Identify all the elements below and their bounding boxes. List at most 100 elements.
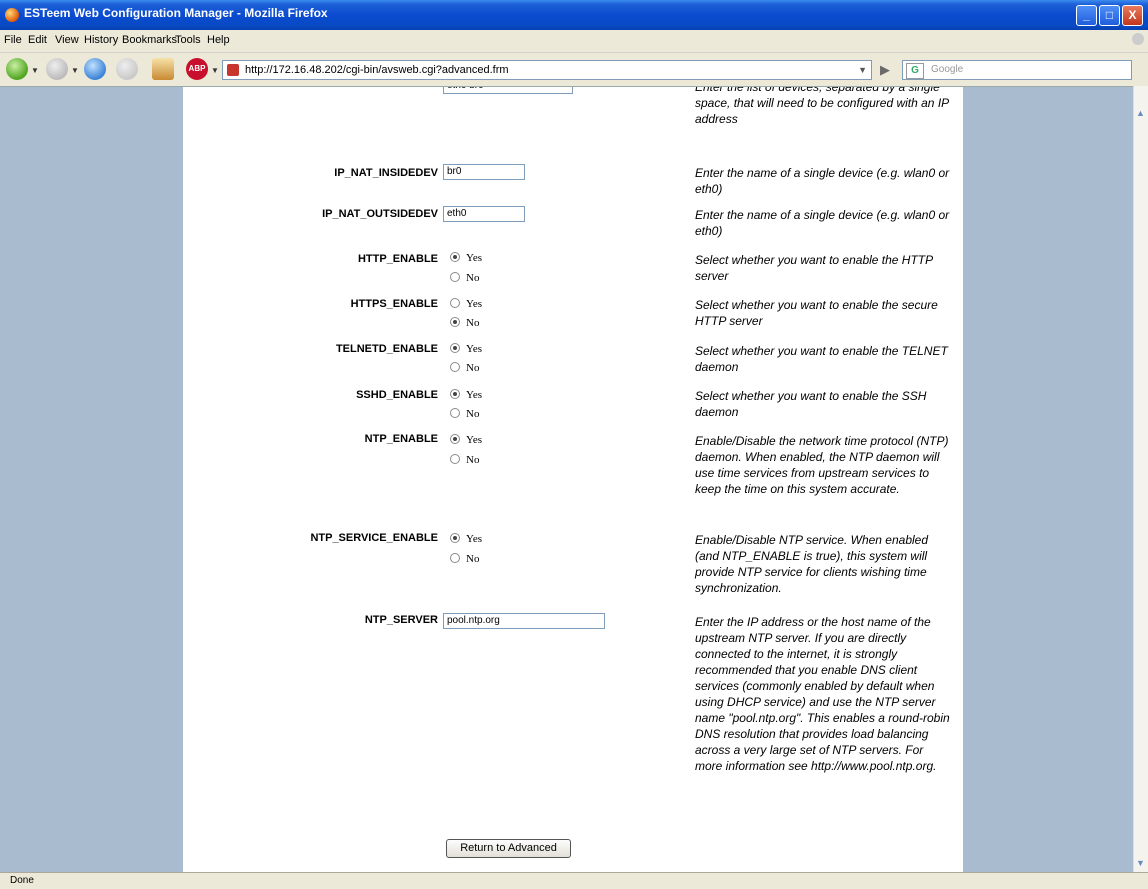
https-enable-yes[interactable]: Yes <box>450 298 482 310</box>
scroll-up-icon[interactable]: ▲ <box>1136 108 1145 118</box>
ntp-service-enable-label: NTP_SERVICE_ENABLE <box>310 532 438 544</box>
sshd-enable-desc: Select whether you want to enable the SS… <box>695 389 927 419</box>
search-input[interactable]: Google <box>931 64 963 75</box>
maximize-button[interactable]: □ <box>1099 5 1120 26</box>
minimize-button[interactable]: _ <box>1076 5 1097 26</box>
radio-label: Yes <box>466 343 483 355</box>
ip-nat-insidedev-desc: Enter the name of a single device (e.g. … <box>695 166 950 196</box>
radio-label: Yes <box>466 389 483 401</box>
site-favicon-icon <box>227 64 239 76</box>
radio-label: Yes <box>466 533 483 545</box>
address-url[interactable]: http://172.16.48.202/cgi-bin/avsweb.cgi?… <box>245 64 509 76</box>
back-button[interactable] <box>6 58 28 80</box>
radio-unselected-icon[interactable] <box>450 454 460 464</box>
radio-selected-icon[interactable] <box>450 389 460 399</box>
ip-devices-input[interactable]: eth0 br0 <box>443 87 573 94</box>
http-enable-label: HTTP_ENABLE <box>357 253 438 265</box>
http-enable-no[interactable]: No <box>450 272 479 284</box>
radio-label: No <box>466 553 480 565</box>
status-bar: Done <box>0 872 1148 889</box>
address-bar[interactable]: http://172.16.48.202/cgi-bin/avsweb.cgi?… <box>222 60 872 80</box>
forward-history-dropdown-icon[interactable]: ▼ <box>71 66 79 75</box>
ntp-enable-desc: Enable/Disable the network time protocol… <box>695 434 949 496</box>
firefox-icon <box>5 8 19 22</box>
reload-button[interactable] <box>84 58 106 80</box>
menu-edit[interactable]: Edit <box>28 34 47 46</box>
http-enable-desc: Select whether you want to enable the HT… <box>695 253 933 283</box>
ntp-service-enable-yes[interactable]: Yes <box>450 533 482 545</box>
https-enable-label: HTTPS_ENABLE <box>350 298 438 310</box>
radio-selected-icon[interactable] <box>450 343 460 353</box>
radio-unselected-icon[interactable] <box>450 553 460 563</box>
ip-nat-insidedev-input[interactable]: br0 <box>443 164 525 180</box>
sshd-enable-no[interactable]: No <box>450 408 479 420</box>
ntp-server-input[interactable]: pool.ntp.org <box>443 613 605 629</box>
radio-unselected-icon[interactable] <box>450 298 460 308</box>
radio-selected-icon[interactable] <box>450 317 460 327</box>
go-button[interactable]: ▶ <box>880 62 890 78</box>
ip-devices-desc: Enter the list of devices, separated by … <box>695 86 949 126</box>
radio-label: Yes <box>466 298 483 310</box>
menu-history[interactable]: History <box>84 34 118 46</box>
radio-unselected-icon[interactable] <box>450 272 460 282</box>
throbber-icon <box>1132 33 1144 45</box>
stop-button[interactable] <box>116 58 138 80</box>
browser-content: eth0 br0 Enter the list of devices, sepa… <box>0 86 1133 873</box>
ip-nat-outsidedev-desc: Enter the name of a single device (e.g. … <box>695 208 950 238</box>
vertical-scrollbar[interactable]: ▲ ▼ <box>1133 86 1148 872</box>
telnetd-enable-yes[interactable]: Yes <box>450 343 482 355</box>
search-engine-icon[interactable]: G <box>906 63 924 79</box>
scroll-down-icon[interactable]: ▼ <box>1136 858 1145 868</box>
radio-selected-icon[interactable] <box>450 252 460 262</box>
ntp-enable-yes[interactable]: Yes <box>450 434 482 446</box>
radio-label: No <box>466 408 480 420</box>
radio-selected-icon[interactable] <box>450 533 460 543</box>
sshd-enable-label: SSHD_ENABLE <box>356 389 438 401</box>
navigation-toolbar: ▼ ▼ ABP ▼ http://172.16.48.202/cgi-bin/a… <box>0 53 1148 86</box>
radio-label: Yes <box>466 434 483 446</box>
back-history-dropdown-icon[interactable]: ▼ <box>31 66 39 75</box>
radio-label: No <box>466 272 480 284</box>
ntp-service-enable-no[interactable]: No <box>450 553 479 565</box>
radio-unselected-icon[interactable] <box>450 408 460 418</box>
menu-bar: File Edit View History Bookmarks Tools H… <box>0 30 1148 53</box>
telnetd-enable-desc: Select whether you want to enable the TE… <box>695 344 948 374</box>
radio-label: No <box>466 454 480 466</box>
ntp-server-label: NTP_SERVER <box>364 614 438 626</box>
https-enable-no[interactable]: No <box>450 317 479 329</box>
https-enable-desc: Select whether you want to enable the se… <box>695 298 938 328</box>
status-text: Done <box>10 875 34 886</box>
radio-label: No <box>466 362 480 374</box>
url-dropdown-icon[interactable]: ▼ <box>858 65 867 75</box>
http-enable-yes[interactable]: Yes <box>450 252 482 264</box>
adblock-button[interactable]: ABP <box>186 58 208 80</box>
menu-view[interactable]: View <box>55 34 79 46</box>
menu-tools[interactable]: Tools <box>175 34 201 46</box>
telnetd-enable-no[interactable]: No <box>450 362 479 374</box>
ip-nat-outsidedev-label: IP_NAT_OUTSIDEDEV <box>322 208 438 220</box>
close-button[interactable]: X <box>1122 5 1143 26</box>
ntp-enable-no[interactable]: No <box>450 454 479 466</box>
menu-bookmarks[interactable]: Bookmarks <box>122 34 177 46</box>
adblock-dropdown-icon[interactable]: ▼ <box>211 66 219 75</box>
ntp-enable-label: NTP_ENABLE <box>364 433 438 445</box>
radio-label: Yes <box>466 252 483 264</box>
radio-label: No <box>466 317 480 329</box>
menu-help[interactable]: Help <box>207 34 230 46</box>
telnetd-enable-label: TELNETD_ENABLE <box>335 343 438 355</box>
menu-file[interactable]: File <box>4 34 22 46</box>
forward-button[interactable] <box>46 58 68 80</box>
ip-nat-insidedev-label: IP_NAT_INSIDEDEV <box>334 167 438 179</box>
ip-nat-outsidedev-input[interactable]: eth0 <box>443 206 525 222</box>
config-page: eth0 br0 Enter the list of devices, sepa… <box>183 87 963 873</box>
ntp-service-enable-desc: Enable/Disable NTP service. When enabled… <box>695 533 929 595</box>
ntp-server-desc: Enter the IP address or the host name of… <box>695 615 950 773</box>
window-title: ESTeem Web Configuration Manager - Mozil… <box>24 6 328 20</box>
search-bar[interactable]: G Google <box>902 60 1132 80</box>
sshd-enable-yes[interactable]: Yes <box>450 389 482 401</box>
title-bar: ESTeem Web Configuration Manager - Mozil… <box>0 0 1148 30</box>
radio-unselected-icon[interactable] <box>450 362 460 372</box>
home-button[interactable] <box>152 58 174 80</box>
radio-selected-icon[interactable] <box>450 434 460 444</box>
return-to-advanced-button[interactable]: Return to Advanced <box>446 839 571 858</box>
